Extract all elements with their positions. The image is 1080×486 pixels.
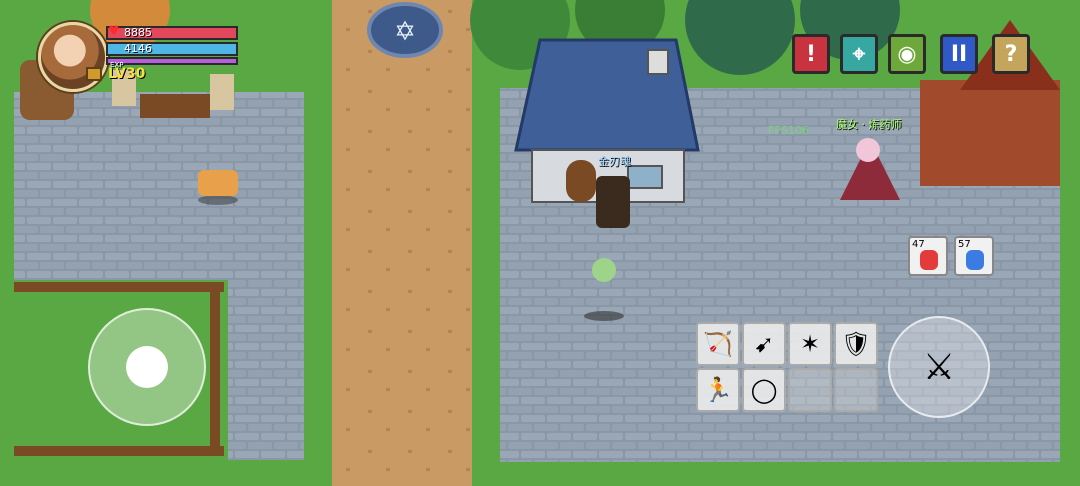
mp-potion-slot[interactable]: 57 bbox=[954, 236, 994, 276]
empty-slot-2[interactable] bbox=[834, 368, 878, 412]
alert-button[interactable]: ! bbox=[792, 34, 830, 74]
multishot-skill[interactable]: ✶ bbox=[788, 322, 832, 366]
mp-bar: 4146 bbox=[106, 42, 238, 56]
player-level: LV30 bbox=[108, 66, 146, 82]
mp-value: 4146 bbox=[124, 42, 152, 55]
heart-icon: ♥ bbox=[108, 24, 120, 39]
sword-icon: ⚔ bbox=[922, 346, 956, 388]
bow-skill[interactable]: ➹ bbox=[742, 322, 786, 366]
shield-skill-icon: 🛡 bbox=[840, 330, 872, 358]
hp-bar: 8885 bbox=[106, 26, 238, 40]
dash-skill[interactable]: 🏃 bbox=[696, 368, 740, 412]
mp-potion-count: 57 bbox=[958, 239, 971, 250]
hp-value: 8885 bbox=[124, 26, 152, 39]
joystick-knob[interactable] bbox=[126, 346, 168, 388]
help-button[interactable]: ? bbox=[992, 34, 1030, 74]
crossbow-skill[interactable]: 🏹 bbox=[696, 322, 740, 366]
hp-potion-slot[interactable]: 47 bbox=[908, 236, 948, 276]
attack-button[interactable]: ⚔ bbox=[888, 316, 990, 418]
blue-potion-icon bbox=[966, 250, 984, 270]
fps-counter: FPS106 bbox=[768, 124, 809, 137]
svg-text:✡: ✡ bbox=[394, 17, 416, 47]
level-icon bbox=[86, 67, 102, 81]
red-potion-icon bbox=[920, 250, 938, 270]
bow-skill-icon: ➹ bbox=[753, 330, 775, 358]
npc-name-label: 魔女 · 炼药师 bbox=[836, 118, 902, 131]
egg-button[interactable]: ◉ bbox=[888, 34, 926, 74]
ring-skill-icon: ◯ bbox=[750, 376, 778, 404]
crossbow-skill-icon: 🏹 bbox=[703, 330, 733, 358]
ring-skill[interactable]: ◯ bbox=[742, 368, 786, 412]
empty-slot-1[interactable] bbox=[788, 368, 832, 412]
xp-bar: EXP bbox=[106, 57, 238, 69]
shield-skill[interactable]: 🛡 bbox=[834, 322, 878, 366]
multishot-skill-icon: ✶ bbox=[799, 330, 821, 358]
player-avatar[interactable] bbox=[38, 22, 108, 92]
dash-skill-icon: 🏃 bbox=[703, 376, 733, 404]
hp-potion-count: 47 bbox=[912, 239, 925, 250]
player-name-label: 金刃魂 bbox=[598, 155, 631, 168]
map-pin-button[interactable]: ⌖ bbox=[840, 34, 878, 74]
pause-button[interactable]: II bbox=[940, 34, 978, 74]
